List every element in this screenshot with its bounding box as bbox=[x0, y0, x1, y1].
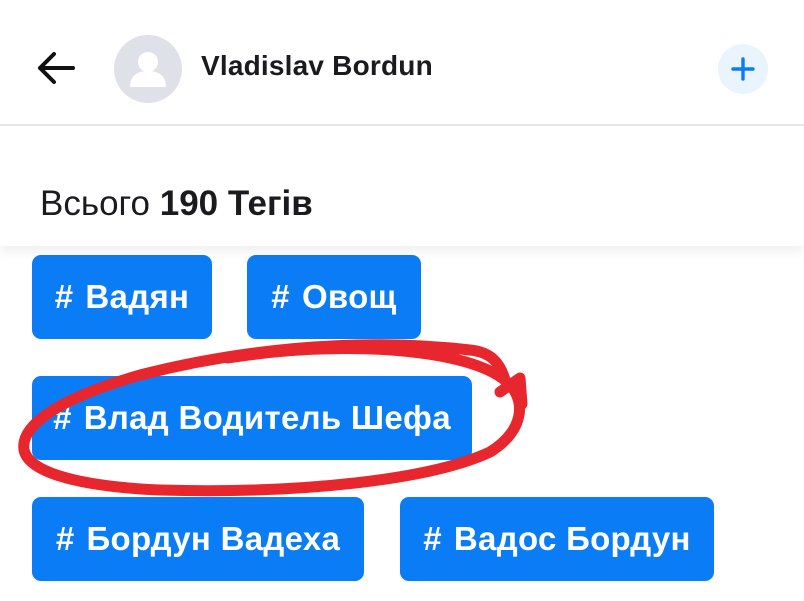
user-name[interactable]: Vladislav Bordun bbox=[201, 50, 433, 82]
tags-list: # Вадян # Овощ # Влад Водитель Шефа # Бо… bbox=[0, 246, 804, 601]
hash-icon: # bbox=[271, 278, 290, 315]
tag-label: Влад Водитель Шефа bbox=[83, 399, 451, 436]
tag-chip[interactable]: # Бордун Вадеха bbox=[32, 497, 364, 581]
hash-icon: # bbox=[423, 520, 442, 557]
tag-chip[interactable]: # Овощ bbox=[247, 255, 421, 339]
tag-chip[interactable]: # Вадос Бордун bbox=[400, 497, 714, 581]
tags-summary: Всього 190 Тегів bbox=[0, 128, 804, 246]
back-button[interactable] bbox=[34, 46, 78, 90]
user-silhouette-icon bbox=[130, 52, 166, 87]
hash-icon: # bbox=[53, 399, 72, 436]
tags-screen: Vladislav Bordun Всього 190 Тегів # Вадя… bbox=[0, 0, 804, 601]
arrow-left-icon bbox=[38, 52, 75, 84]
tag-label: Вадян bbox=[85, 278, 190, 315]
plus-icon bbox=[731, 57, 755, 81]
tag-label: Бордун Вадеха bbox=[86, 520, 341, 557]
tag-label: Вадос Бордун bbox=[453, 520, 691, 557]
tag-chip[interactable]: # Влад Водитель Шефа bbox=[32, 376, 472, 460]
avatar[interactable] bbox=[114, 35, 182, 103]
hash-icon: # bbox=[54, 278, 74, 315]
hash-icon: # bbox=[55, 520, 75, 557]
tag-label: Овощ bbox=[301, 278, 397, 315]
tags-count-prefix: Всього bbox=[40, 184, 151, 223]
add-tag-button[interactable] bbox=[718, 44, 768, 94]
tags-count-value: 190 Тегів bbox=[159, 184, 313, 223]
top-bar: Vladislav Bordun bbox=[0, 0, 804, 126]
tag-chip[interactable]: # Вадян bbox=[32, 255, 212, 339]
tags-count-text: Всього 190 Тегів bbox=[40, 184, 313, 224]
